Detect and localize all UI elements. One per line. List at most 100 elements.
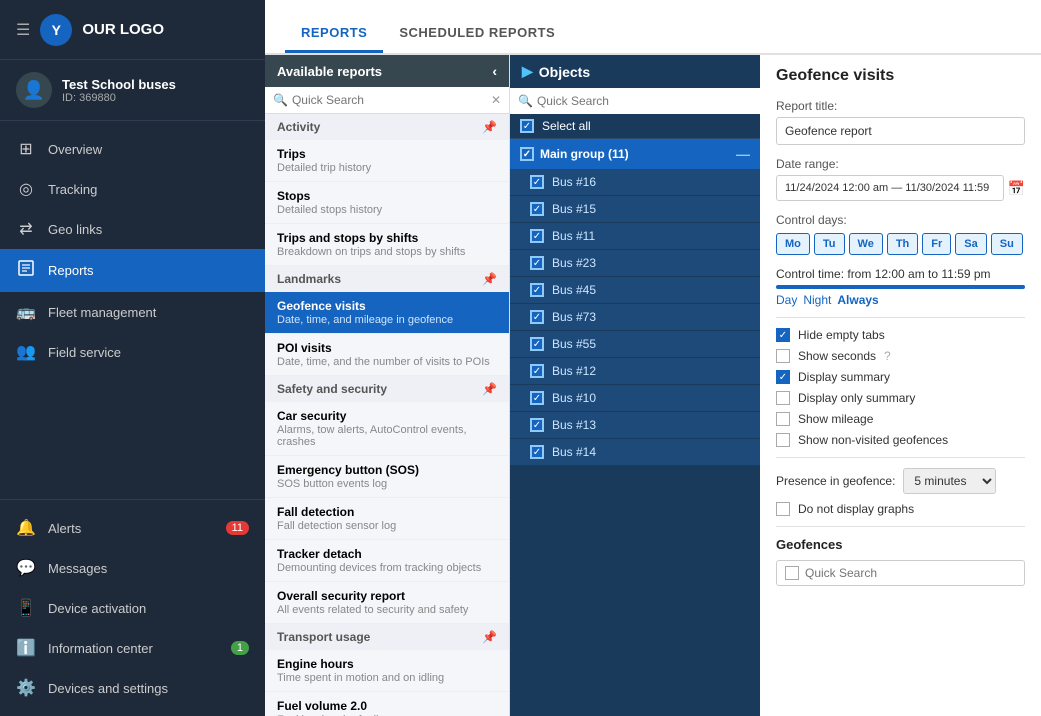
objects-arrow-icon: ▶ (522, 63, 533, 80)
search-clear-icon[interactable]: ✕ (491, 93, 501, 107)
hide-empty-tabs-checkbox[interactable]: ✓ (776, 328, 790, 342)
tab-scheduled-reports[interactable]: SCHEDULED REPORTS (383, 11, 571, 53)
bus-row-bus11[interactable]: ✓ Bus #11 (510, 223, 760, 250)
bus10-checkbox[interactable]: ✓ (530, 391, 544, 405)
collapse-icon[interactable]: ‹ (492, 63, 497, 79)
bus73-checkbox[interactable]: ✓ (530, 310, 544, 324)
calendar-icon[interactable]: 📅 (1008, 180, 1025, 197)
reports-search-input[interactable] (292, 93, 487, 107)
time-tab-day[interactable]: Day (776, 293, 797, 307)
bus15-label: Bus #15 (552, 202, 596, 216)
report-item-engine-hours[interactable]: Engine hours Time spent in motion and on… (265, 650, 509, 692)
checkbox-show-seconds[interactable]: Show seconds ? (776, 349, 1025, 363)
day-th[interactable]: Th (887, 233, 918, 255)
checkbox-do-not-display-graphs[interactable]: Do not display graphs (776, 502, 1025, 516)
checkbox-show-non-visited[interactable]: Show non-visited geofences (776, 433, 1025, 447)
bus-row-bus12[interactable]: ✓ Bus #12 (510, 358, 760, 385)
days-row: Mo Tu We Th Fr Sa Su (776, 233, 1025, 255)
help-icon[interactable]: ? (884, 349, 891, 363)
bus-row-bus23[interactable]: ✓ Bus #23 (510, 250, 760, 277)
bus16-checkbox[interactable]: ✓ (530, 175, 544, 189)
bus14-checkbox[interactable]: ✓ (530, 445, 544, 459)
sidebar-item-geo-links[interactable]: ⇄ Geo links (0, 209, 265, 249)
bus45-checkbox[interactable]: ✓ (530, 283, 544, 297)
report-item-tracker-detach[interactable]: Tracker detach Demounting devices from t… (265, 540, 509, 582)
checkbox-show-mileage[interactable]: Show mileage (776, 412, 1025, 426)
day-tu[interactable]: Tu (814, 233, 845, 255)
tab-reports[interactable]: REPORTS (285, 11, 383, 53)
report-item-overall-security[interactable]: Overall security report All events relat… (265, 582, 509, 624)
time-tab-night[interactable]: Night (803, 293, 831, 307)
sidebar-item-overview[interactable]: ⊞ Overview (0, 129, 265, 169)
sidebar-item-alerts[interactable]: 🔔 Alerts 11 (0, 508, 265, 548)
sidebar-item-information-center[interactable]: ℹ️ Information center 1 (0, 628, 265, 668)
sidebar-item-messages[interactable]: 💬 Messages (0, 548, 265, 588)
report-item-trips[interactable]: Trips Detailed trip history (265, 140, 509, 182)
day-su[interactable]: Su (991, 233, 1023, 255)
bus13-label: Bus #13 (552, 418, 596, 432)
bus12-checkbox[interactable]: ✓ (530, 364, 544, 378)
presence-select[interactable]: 5 minutes 10 minutes 15 minutes 30 minut… (903, 468, 996, 494)
group-checkbox[interactable]: ✓ (520, 147, 534, 161)
bus55-checkbox[interactable]: ✓ (530, 337, 544, 351)
report-item-stops[interactable]: Stops Detailed stops history (265, 182, 509, 224)
sidebar-item-devices-settings[interactable]: ⚙️ Devices and settings (0, 668, 265, 708)
bus-row-bus10[interactable]: ✓ Bus #10 (510, 385, 760, 412)
show-non-visited-checkbox[interactable] (776, 433, 790, 447)
bus15-checkbox[interactable]: ✓ (530, 202, 544, 216)
checkbox-display-summary[interactable]: ✓ Display summary (776, 370, 1025, 384)
available-reports-title: Available reports (277, 64, 382, 79)
day-fr[interactable]: Fr (922, 233, 951, 255)
do-not-display-graphs-checkbox[interactable] (776, 502, 790, 516)
main-group-row[interactable]: ✓ Main group (11) — (510, 139, 760, 169)
bus13-checkbox[interactable]: ✓ (530, 418, 544, 432)
report-item-fuel-volume[interactable]: Fuel volume 2.0 Fuel level and refueling… (265, 692, 509, 716)
display-only-summary-checkbox[interactable] (776, 391, 790, 405)
day-mo[interactable]: Mo (776, 233, 810, 255)
sidebar-item-tracking[interactable]: ◎ Tracking (0, 169, 265, 209)
bus23-checkbox[interactable]: ✓ (530, 256, 544, 270)
report-item-poi-visits[interactable]: POI visits Date, time, and the number of… (265, 334, 509, 376)
report-item-emergency-button[interactable]: Emergency button (SOS) SOS button events… (265, 456, 509, 498)
show-seconds-checkbox[interactable] (776, 349, 790, 363)
bus-row-bus14[interactable]: ✓ Bus #14 (510, 439, 760, 466)
section-activity: Activity 📌 (265, 114, 509, 140)
report-item-car-security[interactable]: Car security Alarms, tow alerts, AutoCon… (265, 402, 509, 456)
bus-row-bus15[interactable]: ✓ Bus #15 (510, 196, 760, 223)
bus-row-bus73[interactable]: ✓ Bus #73 (510, 304, 760, 331)
time-slider[interactable] (776, 285, 1025, 289)
time-tab-always[interactable]: Always (837, 293, 878, 307)
select-all-row[interactable]: ✓ Select all (510, 114, 760, 139)
display-summary-checkbox[interactable]: ✓ (776, 370, 790, 384)
user-info[interactable]: 👤 Test School buses ID: 369880 (0, 60, 265, 121)
bus-row-bus13[interactable]: ✓ Bus #13 (510, 412, 760, 439)
day-we[interactable]: We (849, 233, 883, 255)
sidebar-item-reports[interactable]: Reports (0, 249, 265, 292)
checkbox-display-only-summary[interactable]: Display only summary (776, 391, 1025, 405)
bus11-checkbox[interactable]: ✓ (530, 229, 544, 243)
date-range-input[interactable] (776, 175, 1004, 201)
logo-text: OUR LOGO (82, 21, 164, 38)
group-collapse-icon[interactable]: — (736, 146, 750, 162)
objects-search-input[interactable] (537, 94, 752, 108)
report-item-trips-stops-shifts[interactable]: Trips and stops by shifts Breakdown on t… (265, 224, 509, 266)
sidebar: ☰ Y OUR LOGO 👤 Test School buses ID: 369… (0, 0, 265, 716)
checkbox-hide-empty-tabs[interactable]: ✓ Hide empty tabs (776, 328, 1025, 342)
report-item-fall-detection[interactable]: Fall detection Fall detection sensor log (265, 498, 509, 540)
select-all-checkbox[interactable]: ✓ (520, 119, 534, 133)
sidebar-item-field-service[interactable]: 👥 Field service (0, 332, 265, 372)
report-title-input[interactable] (776, 117, 1025, 145)
sidebar-item-device-activation[interactable]: 📱 Device activation (0, 588, 265, 628)
sidebar-item-fleet-management[interactable]: 🚌 Fleet management (0, 292, 265, 332)
show-mileage-checkbox[interactable] (776, 412, 790, 426)
sidebar-item-label: Fleet management (48, 305, 156, 320)
report-item-geofence-visits[interactable]: Geofence visits Date, time, and mileage … (265, 292, 509, 334)
hamburger-icon[interactable]: ☰ (16, 20, 30, 40)
day-sa[interactable]: Sa (955, 233, 986, 255)
bus-row-bus16[interactable]: ✓ Bus #16 (510, 169, 760, 196)
control-days-label: Control days: (776, 213, 1025, 227)
bus-row-bus55[interactable]: ✓ Bus #55 (510, 331, 760, 358)
geofence-search-checkbox[interactable] (785, 566, 799, 580)
bus-row-bus45[interactable]: ✓ Bus #45 (510, 277, 760, 304)
geofence-search-input[interactable] (805, 566, 1016, 580)
